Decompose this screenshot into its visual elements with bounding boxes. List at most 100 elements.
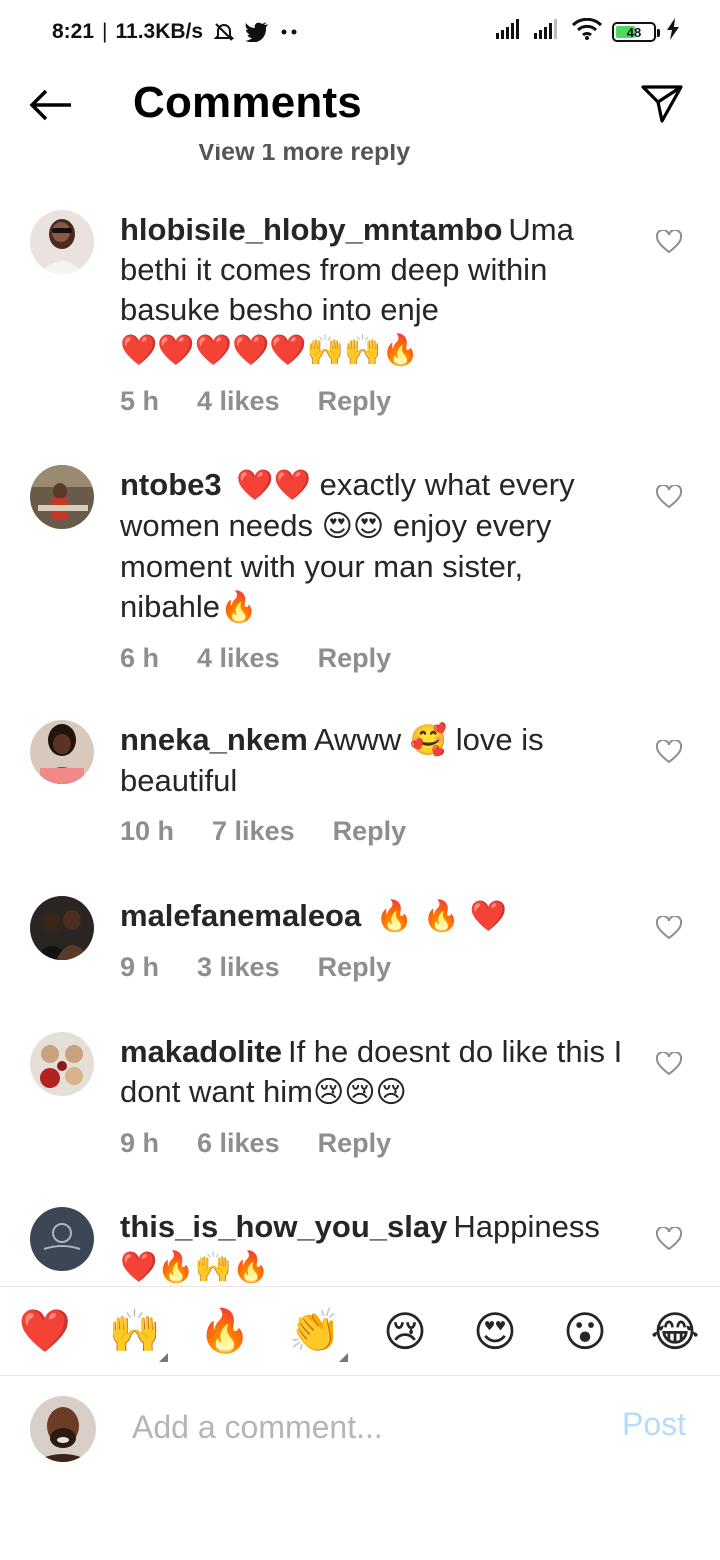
comment-input[interactable] <box>132 1404 592 1450</box>
emoji-laughing-button[interactable]: 😂 <box>630 1286 720 1376</box>
network-speed: 11.3KB/s <box>115 20 204 43</box>
comment-text: ntobe3 ❤️❤️ exactly what every women nee… <box>120 465 630 628</box>
emoji-surprised-button[interactable]: 😮 <box>540 1286 630 1376</box>
username[interactable]: nneka_nkem <box>120 722 308 757</box>
emoji-quick-bar: ❤️ 🙌 🔥 👏 😢 😍 😮 😂 <box>0 1286 720 1376</box>
comment-body: hlobisile_hloby_mntambo Uma bethi it come… <box>120 210 630 421</box>
reply-button[interactable]: Reply <box>318 381 392 421</box>
battery-icon: 48 <box>612 22 660 42</box>
comment-emoji: ❤️❤️❤️❤️❤️🙌🙌🔥 <box>120 333 419 368</box>
emoji-raised-hands: 🙌 <box>108 1306 162 1355</box>
page-title: Comments <box>133 78 362 127</box>
status-left: 8:21 | 11.3KB/s <box>52 20 299 44</box>
comment-emoji: 😢😢😢 <box>313 1075 407 1110</box>
comment-text: makadolite If he doesnt do like this I do… <box>120 1032 630 1113</box>
username[interactable]: ntobe3 <box>120 467 222 502</box>
heart-outline-icon[interactable] <box>656 1052 682 1076</box>
skin-tone-indicator-icon <box>159 1353 168 1362</box>
comment-body: malefanemaleoa 🔥 🔥 ❤️ 9 h 3 likes Reply <box>120 896 630 987</box>
status-right: 48 <box>496 17 680 46</box>
comments-screen: 8:21 | 11.3KB/s 48 Comments View 1 more … <box>0 0 720 1560</box>
share-button[interactable] <box>638 82 686 126</box>
reply-button[interactable]: Reply <box>318 947 392 987</box>
comment-meta: 6 h 4 likes Reply <box>120 638 630 678</box>
emoji-heart-button[interactable]: ❤️ <box>0 1286 90 1376</box>
header: Comments <box>0 64 720 144</box>
avatar <box>30 1396 96 1462</box>
comment-content: Happiness <box>453 1209 600 1244</box>
paper-plane-icon <box>641 85 683 123</box>
avatar[interactable] <box>30 896 94 960</box>
comment-likes[interactable]: 7 likes <box>212 811 295 851</box>
emoji-heart-eyes-button[interactable]: 😍 <box>450 1286 540 1376</box>
comment-text: malefanemaleoa 🔥 🔥 ❤️ <box>120 896 630 937</box>
comment-time: 6 h <box>120 643 160 673</box>
comment-time: 9 h <box>120 1128 160 1158</box>
comment-meta: 5 h 4 likes Reply <box>120 381 630 421</box>
comment-meta: 9 h 6 likes Reply <box>120 1123 630 1163</box>
wifi-icon <box>571 17 603 46</box>
comment-content: Awww <box>313 722 402 757</box>
comment-emoji: 🔥 🔥 ❤️ <box>375 899 507 934</box>
battery-level: 48 <box>626 24 642 40</box>
heart-outline-icon[interactable] <box>656 916 682 940</box>
comment-likes[interactable]: 3 likes <box>197 947 280 987</box>
view-more-replies-link[interactable]: View 1 more reply <box>198 144 410 167</box>
comment-body: makadolite If he doesnt do like this I do… <box>120 1032 630 1163</box>
avatar[interactable] <box>30 720 94 784</box>
username[interactable]: malefanemaleoa <box>120 898 361 933</box>
comment-time: 9 h <box>120 952 160 982</box>
reply-button[interactable]: Reply <box>318 1123 392 1163</box>
heart-outline-icon[interactable] <box>656 740 682 764</box>
comments-list[interactable]: View 1 more reply hlobisile_hloby_mntamb… <box>0 144 720 1286</box>
reply-button[interactable]: Reply <box>318 638 392 678</box>
comment-body: nneka_nkem Awww 🥰 love is beautiful 10 h … <box>120 720 630 851</box>
comment-emoji: ❤️🔥🙌🔥 <box>120 1250 270 1285</box>
emoji-raised-hands-button[interactable]: 🙌 <box>90 1286 180 1376</box>
emoji-clap: 👏 <box>288 1306 342 1355</box>
reply-button[interactable]: Reply <box>333 811 407 851</box>
avatar[interactable] <box>30 1207 94 1271</box>
charging-icon <box>666 18 680 46</box>
emoji-clap-button[interactable]: 👏 <box>270 1286 360 1376</box>
avatar[interactable] <box>30 465 94 529</box>
emoji-fire-button[interactable]: 🔥 <box>180 1286 270 1376</box>
comment-likes[interactable]: 6 likes <box>197 1123 280 1163</box>
avatar[interactable] <box>30 210 94 274</box>
signal-icon <box>534 19 562 45</box>
comment-body: this_is_how_you_slay Happiness ❤️🔥🙌🔥 <box>120 1207 630 1286</box>
comment-text: this_is_how_you_slay Happiness ❤️🔥🙌🔥 <box>120 1207 630 1286</box>
back-button[interactable] <box>28 86 74 124</box>
heart-outline-icon[interactable] <box>656 1227 682 1251</box>
post-button[interactable]: Post <box>622 1406 686 1443</box>
mute-bell-icon <box>213 21 235 43</box>
comment-emoji: 🥰 <box>409 723 448 758</box>
status-bar: 8:21 | 11.3KB/s 48 <box>0 0 720 64</box>
arrow-left-icon <box>29 89 71 121</box>
avatar[interactable] <box>30 1032 94 1096</box>
comment-text: hlobisile_hloby_mntambo Uma bethi it come… <box>120 210 630 371</box>
comment-time: 5 h <box>120 386 160 416</box>
username[interactable]: makadolite <box>120 1034 282 1069</box>
comment-meta: 10 h 7 likes Reply <box>120 811 630 851</box>
heart-outline-icon[interactable] <box>656 230 682 254</box>
signal-icon <box>496 19 524 45</box>
skin-tone-indicator-icon <box>339 1353 348 1362</box>
comment-emoji: 😍😍 <box>321 509 385 544</box>
status-separator: | <box>102 20 108 43</box>
comment-emoji: ❤️❤️ <box>236 468 311 503</box>
twitter-icon <box>245 22 269 42</box>
username[interactable]: this_is_how_you_slay <box>120 1209 447 1244</box>
comment-likes[interactable]: 4 likes <box>197 638 280 678</box>
comment-body: ntobe3 ❤️❤️ exactly what every women nee… <box>120 465 630 678</box>
comment-text: nneka_nkem Awww 🥰 love is beautiful <box>120 720 630 801</box>
more-dots-icon <box>279 28 299 36</box>
comment-likes[interactable]: 4 likes <box>197 381 280 421</box>
comment-composer: Post <box>0 1376 720 1480</box>
comment-time: 10 h <box>120 816 175 846</box>
username[interactable]: hlobisile_hloby_mntambo <box>120 212 502 247</box>
status-time: 8:21 <box>52 20 95 43</box>
emoji-crying-button[interactable]: 😢 <box>360 1286 450 1376</box>
comment-meta: 9 h 3 likes Reply <box>120 947 630 987</box>
heart-outline-icon[interactable] <box>656 485 682 509</box>
